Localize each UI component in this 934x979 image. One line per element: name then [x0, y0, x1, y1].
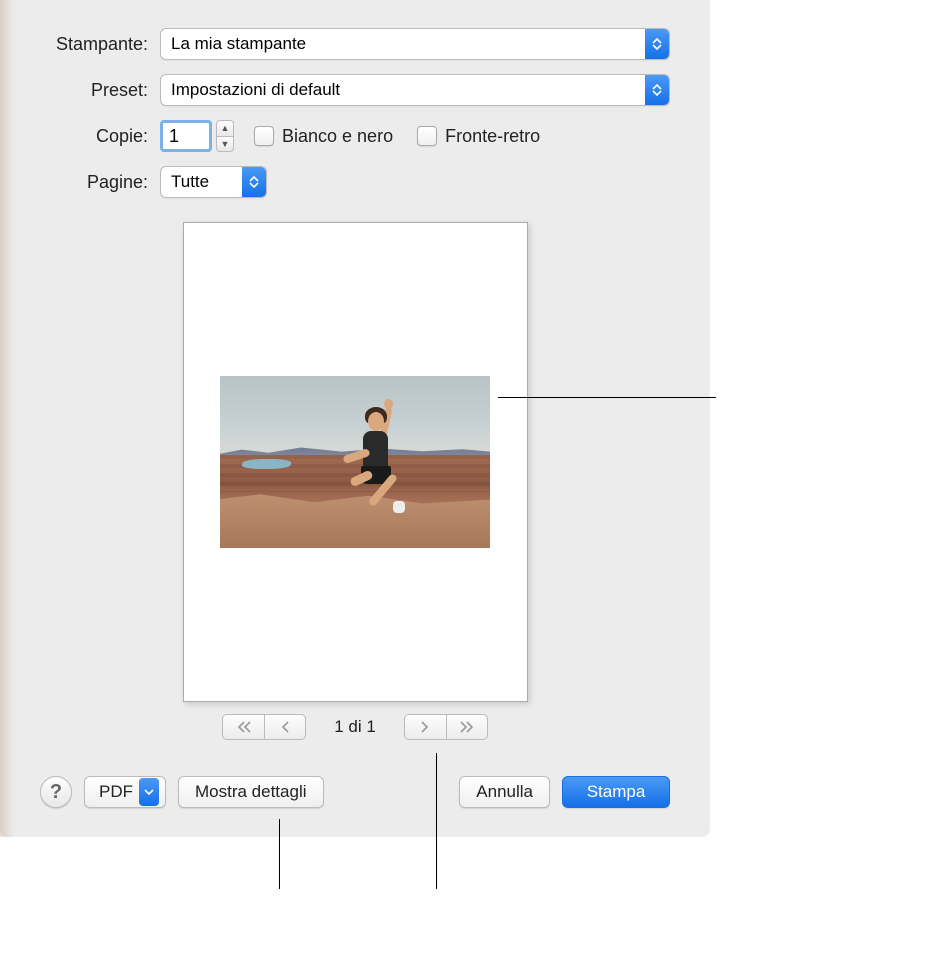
print-dialog: Stampante: La mia stampante Preset: Impo… — [0, 0, 710, 837]
help-icon: ? — [50, 781, 62, 804]
copies-label: Copie: — [40, 126, 160, 147]
stepper-down-icon[interactable]: ▼ — [216, 136, 234, 153]
pages-value: Tutte — [171, 172, 209, 192]
preset-row: Preset: Impostazioni di default — [40, 74, 670, 106]
callout-line-pager — [436, 753, 437, 889]
copies-row: Copie: ▲ ▼ Bianco e nero Fronte-retro — [40, 120, 670, 152]
print-preview — [183, 222, 528, 702]
pager-forward-group — [404, 714, 488, 740]
dialog-button-bar: ? PDF Mostra dettagli Annulla Stampa — [40, 776, 670, 808]
callout-line-details — [279, 819, 280, 889]
updown-icon — [645, 75, 669, 105]
print-button[interactable]: Stampa — [562, 776, 670, 808]
pager-back-group — [222, 714, 306, 740]
copies-input[interactable] — [160, 120, 212, 152]
chevron-down-icon — [139, 778, 159, 806]
cancel-button[interactable]: Annulla — [459, 776, 550, 808]
last-page-button[interactable] — [446, 714, 488, 740]
preset-select[interactable]: Impostazioni di default — [160, 74, 670, 106]
chevron-right-icon — [420, 721, 430, 733]
preview-photo — [220, 376, 490, 548]
cancel-label: Annulla — [476, 782, 533, 802]
pdf-label: PDF — [99, 782, 133, 802]
bw-label: Bianco e nero — [282, 126, 393, 147]
updown-icon — [645, 29, 669, 59]
printer-value: La mia stampante — [171, 34, 306, 54]
chevron-left-icon — [280, 721, 290, 733]
pages-label: Pagine: — [40, 172, 160, 193]
first-page-button[interactable] — [222, 714, 264, 740]
preview-pager: 1 di 1 — [40, 714, 670, 740]
pdf-menu-button[interactable]: PDF — [84, 776, 166, 808]
show-details-label: Mostra dettagli — [195, 782, 307, 802]
window-edge-blur — [0, 0, 14, 837]
preset-value: Impostazioni di default — [171, 80, 340, 100]
chevron-double-left-icon — [237, 721, 251, 733]
duplex-label: Fronte-retro — [445, 126, 540, 147]
updown-icon — [242, 167, 266, 197]
printer-label: Stampante: — [40, 34, 160, 55]
pages-row: Pagine: Tutte — [40, 166, 670, 198]
chevron-double-right-icon — [460, 721, 474, 733]
show-details-button[interactable]: Mostra dettagli — [178, 776, 324, 808]
next-page-button[interactable] — [404, 714, 446, 740]
prev-page-button[interactable] — [264, 714, 306, 740]
printer-row: Stampante: La mia stampante — [40, 28, 670, 60]
copies-stepper[interactable]: ▲ ▼ — [216, 120, 234, 152]
preset-label: Preset: — [40, 80, 160, 101]
stepper-up-icon[interactable]: ▲ — [216, 120, 234, 136]
page-indicator: 1 di 1 — [334, 717, 376, 737]
callout-line-preview — [498, 397, 716, 398]
duplex-checkbox[interactable] — [417, 126, 437, 146]
print-label: Stampa — [587, 782, 646, 802]
printer-select[interactable]: La mia stampante — [160, 28, 670, 60]
bw-checkbox[interactable] — [254, 126, 274, 146]
help-button[interactable]: ? — [40, 776, 72, 808]
pages-select[interactable]: Tutte — [160, 166, 267, 198]
